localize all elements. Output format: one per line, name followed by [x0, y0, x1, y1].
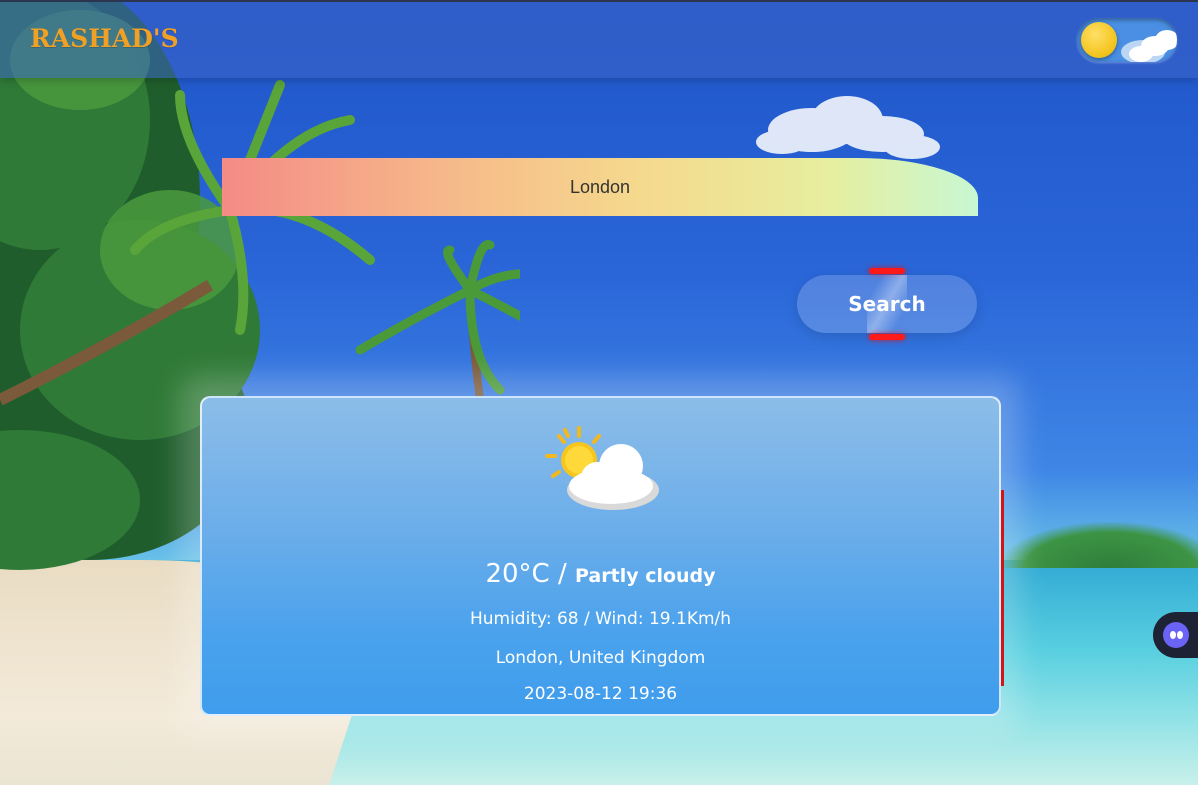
search-button-label: Search [848, 292, 926, 316]
partly-cloudy-icon [545, 426, 659, 510]
sky-cloud-decoration [756, 96, 940, 159]
search-accent-top [869, 268, 905, 274]
city-search-input[interactable] [222, 158, 978, 216]
top-navbar: RASHAD'S [0, 0, 1198, 78]
assistant-eye-left [1170, 631, 1176, 639]
location-text: London, United Kingdom [495, 648, 706, 668]
weather-card: 20°C / Partly cloudy Humidity: 68 / Wind… [200, 396, 1001, 716]
assistant-face-icon [1163, 622, 1189, 648]
weather-app-page: RASHAD'S Search [0, 0, 1198, 785]
datetime-text: 2023-08-12 19:36 [523, 684, 678, 704]
condition-text: Partly cloudy [575, 565, 716, 587]
assistant-widget-button[interactable] [1153, 612, 1198, 658]
cloud-toggle-icon [1121, 30, 1177, 62]
search-button-group: Search [797, 268, 977, 340]
sun-toggle-icon [1081, 22, 1117, 58]
temperature-value: 20°C [485, 559, 550, 589]
theme-toggle[interactable] [1077, 18, 1177, 62]
temperature-separator: / [549, 559, 575, 589]
assistant-eye-right [1177, 631, 1183, 639]
search-accent-bottom [869, 334, 905, 340]
humidity-wind-text: Humidity: 68 / Wind: 19.1Km/h [469, 609, 732, 629]
brand-logo[interactable]: RASHAD'S [30, 24, 179, 53]
island-background [1000, 522, 1198, 568]
temperature-condition: 20°C / Partly cloudy [202, 559, 999, 589]
search-button[interactable]: Search [797, 275, 977, 333]
